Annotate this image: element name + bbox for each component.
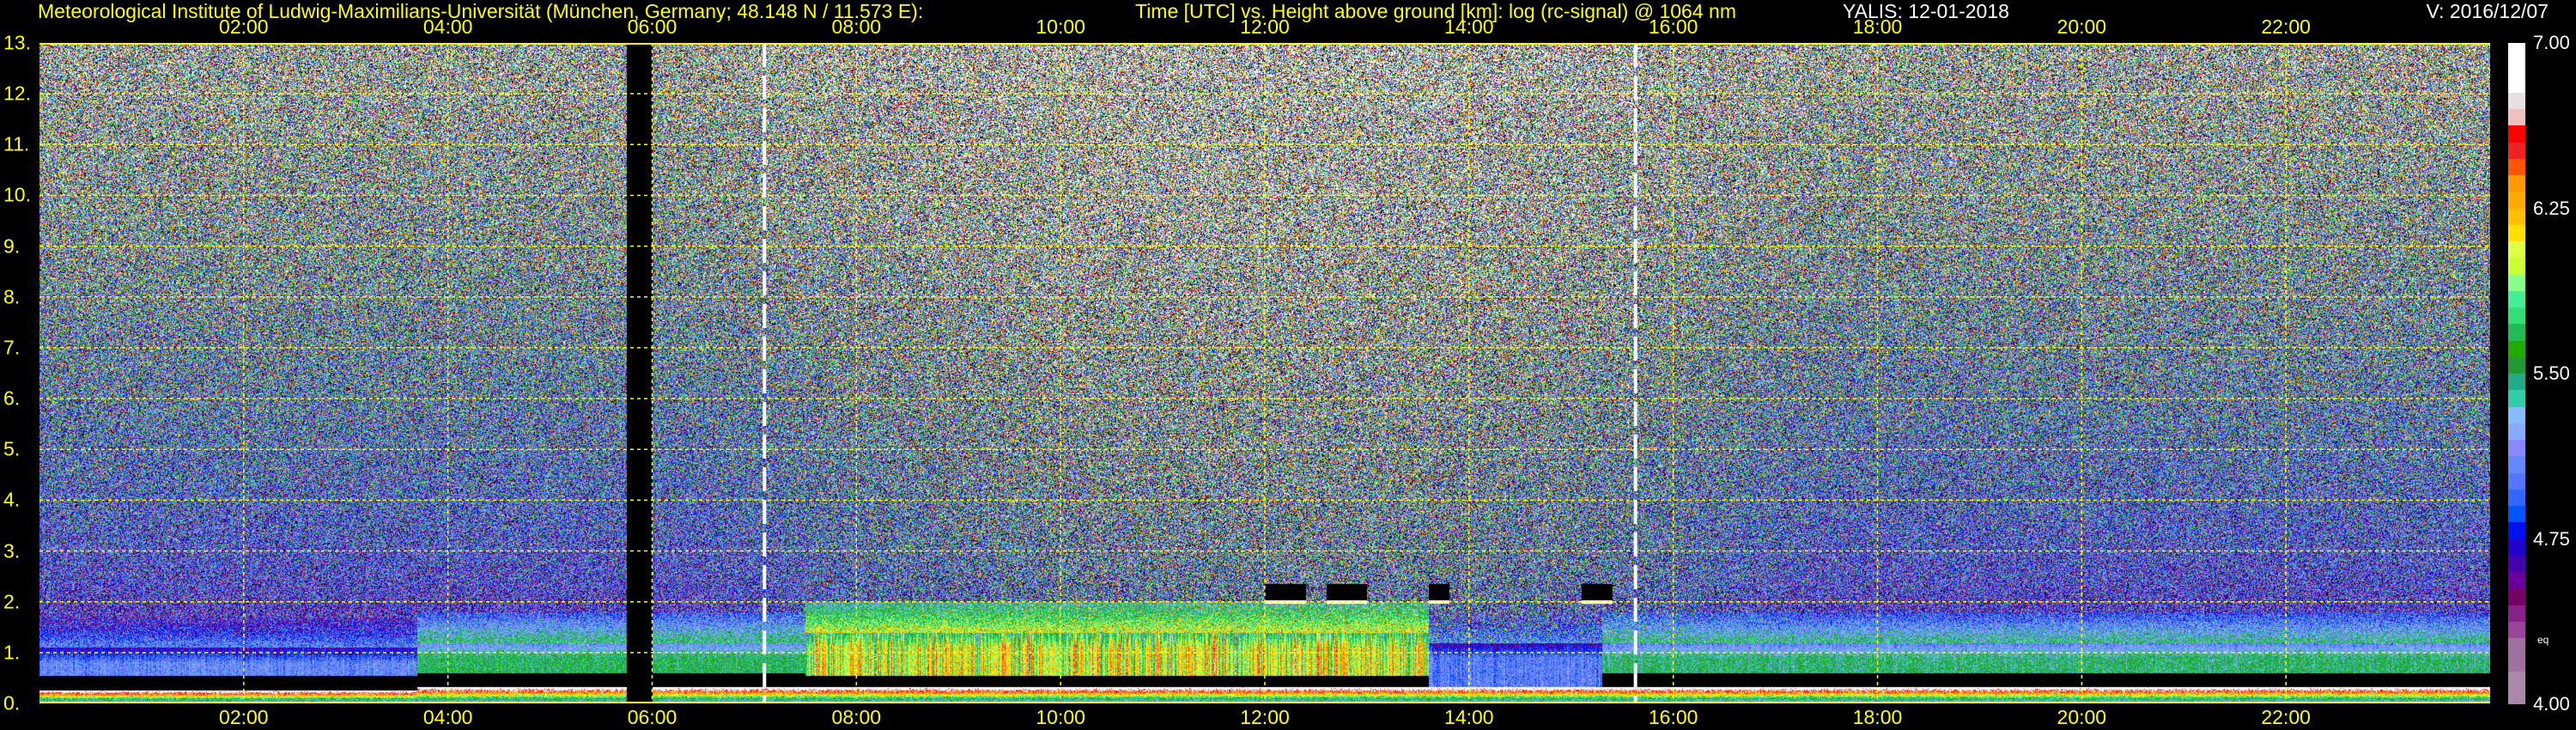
y-tick-label: 11.	[3, 132, 30, 155]
grid-overlay	[39, 43, 2490, 703]
y-tick-label: 7.	[3, 336, 21, 359]
y-tick-label: 4.	[3, 488, 21, 511]
colorbar-swatch	[2508, 109, 2525, 126]
x-tick-label: 12:00	[1240, 706, 1290, 728]
colorbar-swatch	[2508, 258, 2525, 275]
y-tick-label: 1.	[3, 641, 21, 664]
x-tick-label: 22:00	[2261, 15, 2311, 38]
colorbar-swatch	[2508, 374, 2525, 391]
colorbar-swatch	[2508, 290, 2525, 307]
y-tick-label: 0.	[3, 691, 21, 715]
version-label: V: 2016/12/07	[2426, 0, 2549, 22]
x-tick-label: 16:00	[1648, 706, 1698, 728]
colorbar-swatch	[2508, 43, 2525, 60]
colorbar-swatch	[2508, 572, 2525, 589]
colorbar-swatch	[2508, 638, 2525, 655]
colorbar-swatch	[2508, 472, 2525, 490]
x-tick-label: 14:00	[1444, 706, 1494, 728]
y-tick-label: 13.	[3, 31, 31, 54]
colorbar-swatch	[2508, 92, 2525, 109]
colorbar-swatch	[2508, 522, 2525, 539]
colorbar-tick-label: 6.25	[2533, 197, 2570, 219]
x-tick-label: 08:00	[831, 706, 882, 728]
colorbar-swatch	[2508, 555, 2525, 572]
x-tick-label: 02:00	[219, 706, 269, 728]
y-tick-label: 8.	[3, 285, 21, 308]
colorbar-swatch	[2508, 506, 2525, 523]
colorbar-swatch	[2508, 440, 2525, 457]
y-tick-label: 12.	[3, 82, 31, 105]
colorbar-swatch	[2508, 59, 2525, 76]
colorbar-swatch	[2508, 224, 2525, 241]
x-tick-label: 12:00	[1240, 15, 1290, 38]
lidar-heatmap	[39, 43, 2490, 703]
x-tick-label: 16:00	[1648, 15, 1698, 38]
colorbar-swatch	[2508, 175, 2525, 192]
x-tick-label: 02:00	[219, 15, 269, 38]
y-tick-label: 3.	[3, 539, 21, 563]
colorbar-swatch	[2508, 208, 2525, 225]
colorbar-swatch	[2508, 538, 2525, 556]
x-tick-label: 08:00	[831, 15, 882, 38]
colorbar-swatch	[2508, 340, 2525, 357]
colorbar-swatch	[2508, 621, 2525, 638]
colorbar-swatch	[2508, 489, 2525, 506]
colorbar-swatch	[2508, 241, 2525, 259]
x-tick-label: 20:00	[2057, 15, 2107, 38]
colorbar-swatch	[2508, 390, 2525, 407]
y-tick-label: 6.	[3, 386, 21, 410]
x-tick-label: 20:00	[2057, 706, 2107, 728]
colorbar-swatch	[2508, 456, 2525, 473]
y-tick-label: 5.	[3, 437, 21, 460]
y-tick-label: 10.	[3, 183, 31, 206]
x-tick-label: 06:00	[627, 15, 677, 38]
y-tick-label: 9.	[3, 234, 21, 258]
x-tick-label: 14:00	[1444, 15, 1494, 38]
colorbar-tick-label: 4.00	[2533, 693, 2570, 715]
x-tick-label: 18:00	[1852, 15, 1903, 38]
x-tick-label: 18:00	[1852, 706, 1903, 728]
x-tick-label: 10:00	[1036, 15, 1085, 38]
colorbar-swatch	[2508, 356, 2525, 374]
colorbar-swatch	[2508, 192, 2525, 209]
colorbar-tick-label: 5.50	[2533, 362, 2570, 384]
y-tick-label: 2.	[3, 590, 21, 613]
colorbar-swatch	[2508, 406, 2525, 423]
colorbar-note: eq	[2537, 634, 2549, 646]
x-tick-label: 22:00	[2261, 706, 2311, 728]
colorbar-swatch	[2508, 423, 2525, 440]
colorbar-swatch	[2508, 307, 2525, 325]
colorbar-swatch	[2508, 687, 2525, 704]
colorbar-swatch	[2508, 324, 2525, 341]
colorbar-swatch	[2508, 76, 2525, 93]
colorbar-swatch	[2508, 654, 2525, 672]
institute-label: Meteorological Institute of Ludwig-Maxim…	[38, 0, 924, 22]
colorbar-tick-label: 4.75	[2533, 527, 2570, 550]
colorbar-swatch	[2508, 588, 2525, 605]
colorbar-swatch	[2508, 274, 2525, 291]
x-tick-label: 06:00	[627, 706, 677, 728]
colorbar-swatch	[2508, 142, 2525, 159]
colorbar-swatch	[2508, 671, 2525, 688]
colorbar-swatch	[2508, 125, 2525, 143]
colorbar-tick-label: 7.00	[2533, 32, 2570, 53]
x-tick-label: 04:00	[422, 15, 473, 38]
colorbar	[2508, 43, 2525, 704]
x-tick-label: 10:00	[1036, 706, 1085, 728]
colorbar-swatch	[2508, 605, 2525, 622]
colorbar-swatch	[2508, 158, 2525, 175]
chart-title: Time [UTC] vs. Height above ground [km]:…	[1135, 0, 1736, 22]
x-tick-label: 04:00	[422, 706, 473, 728]
